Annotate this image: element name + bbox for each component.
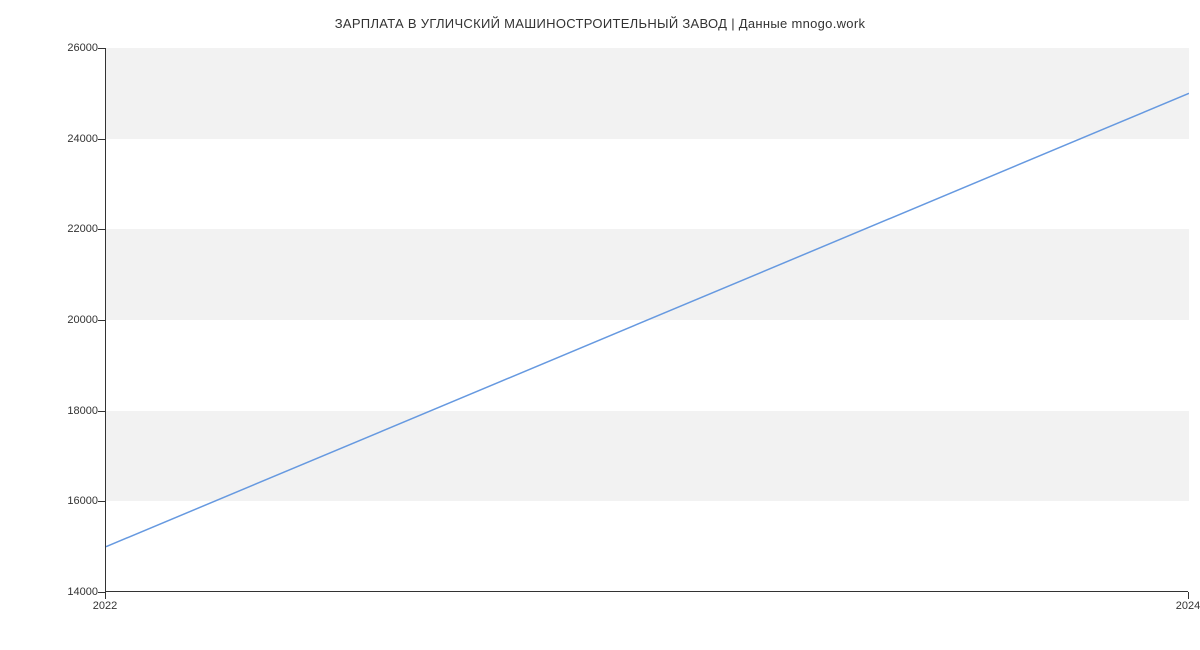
plot-area bbox=[105, 48, 1188, 592]
y-tick-mark bbox=[98, 411, 105, 412]
y-tick-mark bbox=[98, 501, 105, 502]
x-tick-label: 2024 bbox=[1176, 600, 1200, 612]
y-tick-label: 16000 bbox=[67, 495, 98, 507]
y-tick-label: 14000 bbox=[67, 586, 98, 598]
chart-title: ЗАРПЛАТА В УГЛИЧСКИЙ МАШИНОСТРОИТЕЛЬНЫЙ … bbox=[0, 16, 1200, 31]
salary-line bbox=[106, 93, 1189, 546]
y-tick-label: 20000 bbox=[67, 314, 98, 326]
y-tick-mark bbox=[98, 139, 105, 140]
y-tick-mark bbox=[98, 48, 105, 49]
y-tick-mark bbox=[98, 320, 105, 321]
x-tick-mark bbox=[1188, 592, 1189, 599]
y-tick-label: 22000 bbox=[67, 223, 98, 235]
y-tick-mark bbox=[98, 592, 105, 593]
y-tick-label: 18000 bbox=[67, 405, 98, 417]
y-tick-mark bbox=[98, 229, 105, 230]
line-series bbox=[106, 48, 1189, 592]
y-tick-label: 24000 bbox=[67, 133, 98, 145]
y-tick-label: 26000 bbox=[67, 42, 98, 54]
x-tick-mark bbox=[105, 592, 106, 599]
x-tick-label: 2022 bbox=[93, 600, 117, 612]
salary-chart: ЗАРПЛАТА В УГЛИЧСКИЙ МАШИНОСТРОИТЕЛЬНЫЙ … bbox=[0, 0, 1200, 650]
